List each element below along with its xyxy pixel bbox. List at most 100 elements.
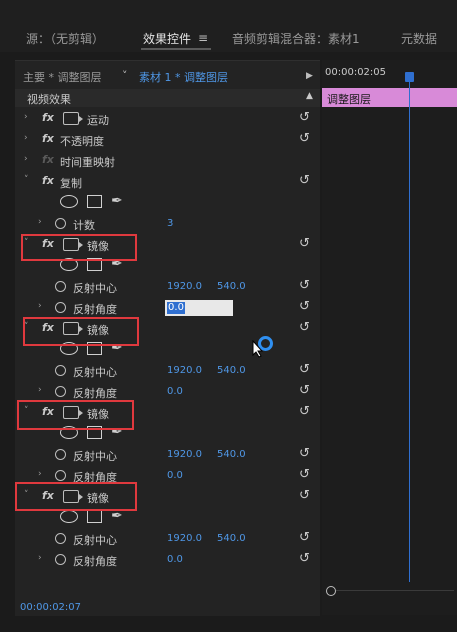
tab-audio-mixer[interactable]: 音频剪辑混合器：素材1 bbox=[232, 30, 360, 47]
stopwatch-icon[interactable] bbox=[55, 218, 66, 229]
angle-edit-field[interactable]: 0.0 bbox=[165, 300, 233, 316]
center-y-value[interactable]: 540.0 bbox=[217, 533, 246, 544]
angle-value[interactable]: 0.0 bbox=[167, 554, 183, 565]
property-row-count: › 计数 3 bbox=[15, 214, 320, 235]
tab-metadata[interactable]: 元数据 bbox=[401, 30, 437, 47]
effect-label: 复制 bbox=[60, 177, 82, 190]
highlight-box-mirror-2 bbox=[23, 317, 139, 346]
clip-dropdown-chevron-icon[interactable]: ˅ bbox=[122, 69, 128, 82]
twirl-closed-icon[interactable]: › bbox=[38, 553, 42, 563]
pen-mask-icon[interactable]: ✒ bbox=[111, 193, 123, 209]
reset-icon[interactable]: ↺ bbox=[299, 467, 310, 482]
highlight-box-mirror-1 bbox=[21, 234, 137, 261]
panel-menu-icon[interactable]: ≡ bbox=[198, 31, 208, 45]
property-label: 反射中心 bbox=[73, 366, 117, 379]
twirl-closed-icon[interactable]: › bbox=[38, 385, 42, 395]
twirl-closed-icon[interactable]: › bbox=[38, 301, 42, 311]
ellipse-mask-icon[interactable] bbox=[60, 510, 78, 523]
angle-selected-text[interactable]: 0.0 bbox=[167, 302, 185, 314]
adjustment-layer-clip[interactable]: 调整图层 bbox=[322, 88, 457, 107]
effect-row-opacity[interactable]: › fx 不透明度 ↺ bbox=[15, 130, 320, 151]
mask-tools-row: ✒ bbox=[15, 508, 320, 529]
fx-icon[interactable]: fx bbox=[42, 174, 54, 187]
twirl-closed-icon[interactable]: › bbox=[24, 112, 28, 122]
property-row-reflection-center: 反射中心 1920.0 540.0 ↺ bbox=[15, 445, 320, 466]
effect-row-motion[interactable]: › fx 运动 ↺ bbox=[15, 109, 320, 130]
reset-icon[interactable]: ↺ bbox=[299, 278, 310, 293]
mouse-pointer-icon bbox=[252, 340, 264, 358]
reset-icon[interactable]: ↺ bbox=[299, 110, 310, 125]
angle-value[interactable]: 0.0 bbox=[167, 386, 183, 397]
highlight-box-mirror-4 bbox=[15, 482, 137, 511]
rectangle-mask-icon[interactable] bbox=[87, 510, 102, 523]
property-label: 反射角度 bbox=[73, 555, 117, 568]
center-y-value[interactable]: 540.0 bbox=[217, 449, 246, 460]
property-label: 反射角度 bbox=[73, 303, 117, 316]
stopwatch-icon[interactable] bbox=[55, 386, 66, 397]
stopwatch-icon[interactable] bbox=[55, 533, 66, 544]
center-y-value[interactable]: 540.0 bbox=[217, 281, 246, 292]
current-time-display[interactable]: 00:00:02:07 bbox=[20, 602, 81, 613]
reset-icon[interactable]: ↺ bbox=[299, 488, 310, 503]
fx-icon: fx bbox=[42, 153, 54, 166]
center-x-value[interactable]: 1920.0 bbox=[167, 365, 202, 376]
clip-header: 主要 * 调整图层 ˅ 素材 1 * 调整图层 ▶ bbox=[15, 66, 320, 86]
reset-icon[interactable]: ↺ bbox=[299, 446, 310, 461]
twirl-closed-icon[interactable]: › bbox=[38, 469, 42, 479]
angle-value[interactable]: 0.0 bbox=[167, 470, 183, 481]
count-value[interactable]: 3 bbox=[167, 218, 173, 229]
reset-icon[interactable]: ↺ bbox=[299, 131, 310, 146]
center-x-value[interactable]: 1920.0 bbox=[167, 533, 202, 544]
center-x-value[interactable]: 1920.0 bbox=[167, 281, 202, 292]
twirl-open-icon[interactable]: ˅ bbox=[24, 175, 29, 185]
effect-timeline[interactable]: 00:00:02:05 调整图层 bbox=[322, 60, 457, 615]
reset-icon[interactable]: ↺ bbox=[299, 236, 310, 251]
stopwatch-icon[interactable] bbox=[55, 554, 66, 565]
tab-source[interactable]: 源：（无剪辑） bbox=[26, 30, 104, 47]
property-row-reflection-center: 反射中心 1920.0 540.0 ↺ bbox=[15, 277, 320, 298]
twirl-closed-icon[interactable]: › bbox=[38, 217, 42, 227]
playhead-icon[interactable] bbox=[405, 72, 414, 82]
highlight-box-mirror-3 bbox=[17, 400, 134, 430]
effect-label: 不透明度 bbox=[60, 135, 104, 148]
reset-icon[interactable]: ↺ bbox=[299, 320, 310, 335]
stopwatch-icon[interactable] bbox=[55, 470, 66, 481]
reset-icon[interactable]: ↺ bbox=[299, 299, 310, 314]
playhead-line[interactable] bbox=[409, 82, 410, 582]
mask-tools-row: ✒ bbox=[15, 193, 320, 214]
stopwatch-icon[interactable] bbox=[55, 281, 66, 292]
clip-dropdown[interactable]: 素材 1 * 调整图层 bbox=[139, 69, 228, 85]
reset-icon[interactable]: ↺ bbox=[299, 362, 310, 377]
effect-controls-panel: 主要 * 调整图层 ˅ 素材 1 * 调整图层 ▶ 视频效果 ▲ › fx 运动… bbox=[15, 60, 320, 616]
effect-label: 运动 bbox=[87, 114, 109, 127]
section-collapse-icon[interactable]: ▲ bbox=[306, 91, 313, 101]
reset-icon[interactable]: ↺ bbox=[299, 530, 310, 545]
property-label: 计数 bbox=[73, 219, 95, 232]
stopwatch-icon[interactable] bbox=[55, 449, 66, 460]
play-audio-icon[interactable]: ▶ bbox=[306, 71, 313, 81]
center-y-value[interactable]: 540.0 bbox=[217, 365, 246, 376]
reset-icon[interactable]: ↺ bbox=[299, 404, 310, 419]
center-x-value[interactable]: 1920.0 bbox=[167, 449, 202, 460]
rectangle-mask-icon[interactable] bbox=[87, 195, 102, 208]
zoom-scroll-track[interactable] bbox=[336, 590, 454, 591]
effect-label: 时间重映射 bbox=[60, 156, 115, 169]
timeline-timecode: 00:00:02:05 bbox=[325, 67, 387, 78]
twirl-closed-icon[interactable]: › bbox=[24, 133, 28, 143]
reset-icon[interactable]: ↺ bbox=[299, 173, 310, 188]
tab-effect-controls[interactable]: 效果控件 bbox=[143, 30, 191, 47]
stopwatch-icon[interactable] bbox=[55, 302, 66, 313]
reset-icon[interactable]: ↺ bbox=[299, 383, 310, 398]
ellipse-mask-icon[interactable] bbox=[60, 195, 78, 208]
zoom-scroll-handle[interactable] bbox=[326, 586, 336, 596]
effect-row-time-remap[interactable]: › fx 时间重映射 bbox=[15, 151, 320, 172]
clip-label: 调整图层 bbox=[327, 93, 371, 106]
master-clip-label[interactable]: 主要 * 调整图层 bbox=[23, 69, 102, 85]
effect-row-replicate[interactable]: ˅ fx 复制 ↺ bbox=[15, 172, 320, 193]
twirl-closed-icon[interactable]: › bbox=[24, 154, 28, 164]
fx-icon[interactable]: fx bbox=[42, 111, 54, 124]
property-row-reflection-center: 反射中心 1920.0 540.0 ↺ bbox=[15, 361, 320, 382]
fx-icon[interactable]: fx bbox=[42, 132, 54, 145]
reset-icon[interactable]: ↺ bbox=[299, 551, 310, 566]
stopwatch-icon[interactable] bbox=[55, 365, 66, 376]
